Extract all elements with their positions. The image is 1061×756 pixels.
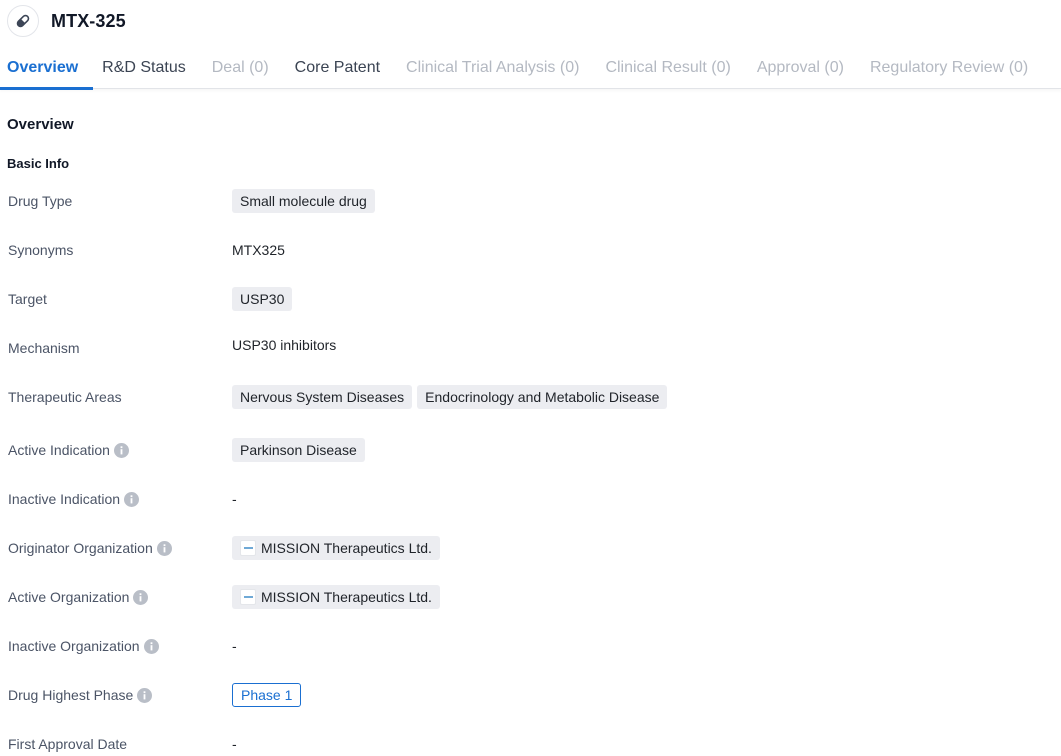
field-drug-type: Drug Type Small molecule drug (0, 187, 1061, 215)
inactive-indication-value: - (232, 491, 237, 507)
first-approval-date-value: - (232, 736, 237, 752)
field-label: Originator Organization (8, 534, 172, 562)
field-label: Synonyms (8, 242, 74, 258)
info-icon[interactable] (156, 540, 172, 556)
tab-overview[interactable]: Overview (0, 52, 94, 90)
organization-logo-icon (240, 589, 256, 605)
indication-tag[interactable]: Parkinson Disease (232, 438, 365, 462)
field-label: Drug Type (8, 193, 73, 209)
synonyms-value: MTX325 (232, 242, 285, 258)
info-icon[interactable] (113, 442, 129, 458)
drug-title: MTX-325 (51, 10, 126, 31)
field-target: Target USP30 (0, 285, 1061, 313)
tab-clinical-result[interactable]: Clinical Result (0) (598, 52, 737, 89)
pill-icon (7, 5, 39, 37)
tab-rd-status[interactable]: R&D Status (95, 52, 193, 89)
drug-header: MTX-325 (7, 5, 126, 37)
field-label-text: Inactive Organization (8, 638, 140, 654)
info-icon[interactable] (133, 589, 149, 605)
tab-approval[interactable]: Approval (0) (750, 52, 851, 89)
field-inactive-organization: Inactive Organization - (0, 632, 1061, 660)
organization-name: MISSION Therapeutics Ltd. (261, 540, 432, 556)
field-therapeutic-areas: Therapeutic Areas Nervous System Disease… (0, 383, 1061, 411)
field-label: Inactive Indication (8, 485, 140, 513)
field-mechanism: Mechanism USP30 inhibitors (0, 333, 1061, 361)
organization-tag[interactable]: MISSION Therapeutics Ltd. (232, 536, 440, 560)
tab-clinical-trial-analysis[interactable]: Clinical Trial Analysis (0) (399, 52, 586, 89)
organization-name: MISSION Therapeutics Ltd. (261, 589, 432, 605)
field-synonyms: Synonyms MTX325 (0, 236, 1061, 264)
field-label: Target (8, 291, 47, 307)
field-label-text: Active Organization (8, 589, 130, 605)
field-label: Active Indication (8, 436, 129, 464)
field-label: Active Organization (8, 583, 149, 611)
field-label-text: Drug Highest Phase (8, 687, 134, 703)
field-label-text: Originator Organization (8, 540, 153, 556)
phase-badge: Phase 1 (232, 683, 302, 707)
field-label-text: Inactive Indication (8, 491, 121, 507)
inactive-organization-value: - (232, 638, 237, 654)
field-label: Inactive Organization (8, 632, 159, 660)
section-title: Overview (7, 116, 74, 133)
field-label: Therapeutic Areas (8, 389, 122, 405)
field-label: Mechanism (8, 340, 80, 356)
info-icon[interactable] (137, 687, 153, 703)
field-label: Drug Highest Phase (8, 681, 153, 709)
tab-core-patent[interactable]: Core Patent (288, 52, 387, 89)
organization-tag[interactable]: MISSION Therapeutics Ltd. (232, 585, 440, 609)
field-active-organization: Active Organization MISSION Therapeutics… (0, 583, 1061, 611)
organization-logo-icon (240, 540, 256, 556)
info-icon[interactable] (124, 491, 140, 507)
info-icon[interactable] (143, 638, 159, 654)
field-first-approval-date: First Approval Date - (0, 730, 1061, 756)
field-inactive-indication: Inactive Indication - (0, 485, 1061, 513)
drug-type-tag[interactable]: Small molecule drug (232, 189, 375, 213)
therapeutic-area-tag[interactable]: Nervous System Diseases (232, 385, 413, 409)
basic-info-title: Basic Info (7, 156, 70, 171)
mechanism-value: USP30 inhibitors (232, 337, 337, 353)
target-tag[interactable]: USP30 (232, 287, 293, 311)
field-drug-highest-phase: Drug Highest Phase Phase 1 (0, 681, 1061, 709)
field-active-indication: Active Indication Parkinson Disease (0, 436, 1061, 464)
field-originator-organization: Originator Organization MISSION Therapeu… (0, 534, 1061, 562)
tab-bar: Overview R&D Status Deal (0) Core Patent… (0, 52, 1061, 90)
therapeutic-area-tag[interactable]: Endocrinology and Metabolic Disease (417, 385, 668, 409)
tab-regulatory-review[interactable]: Regulatory Review (0) (863, 52, 1035, 89)
field-label-text: Active Indication (8, 442, 110, 458)
tab-deal[interactable]: Deal (0) (205, 52, 276, 89)
field-label: First Approval Date (8, 736, 128, 752)
